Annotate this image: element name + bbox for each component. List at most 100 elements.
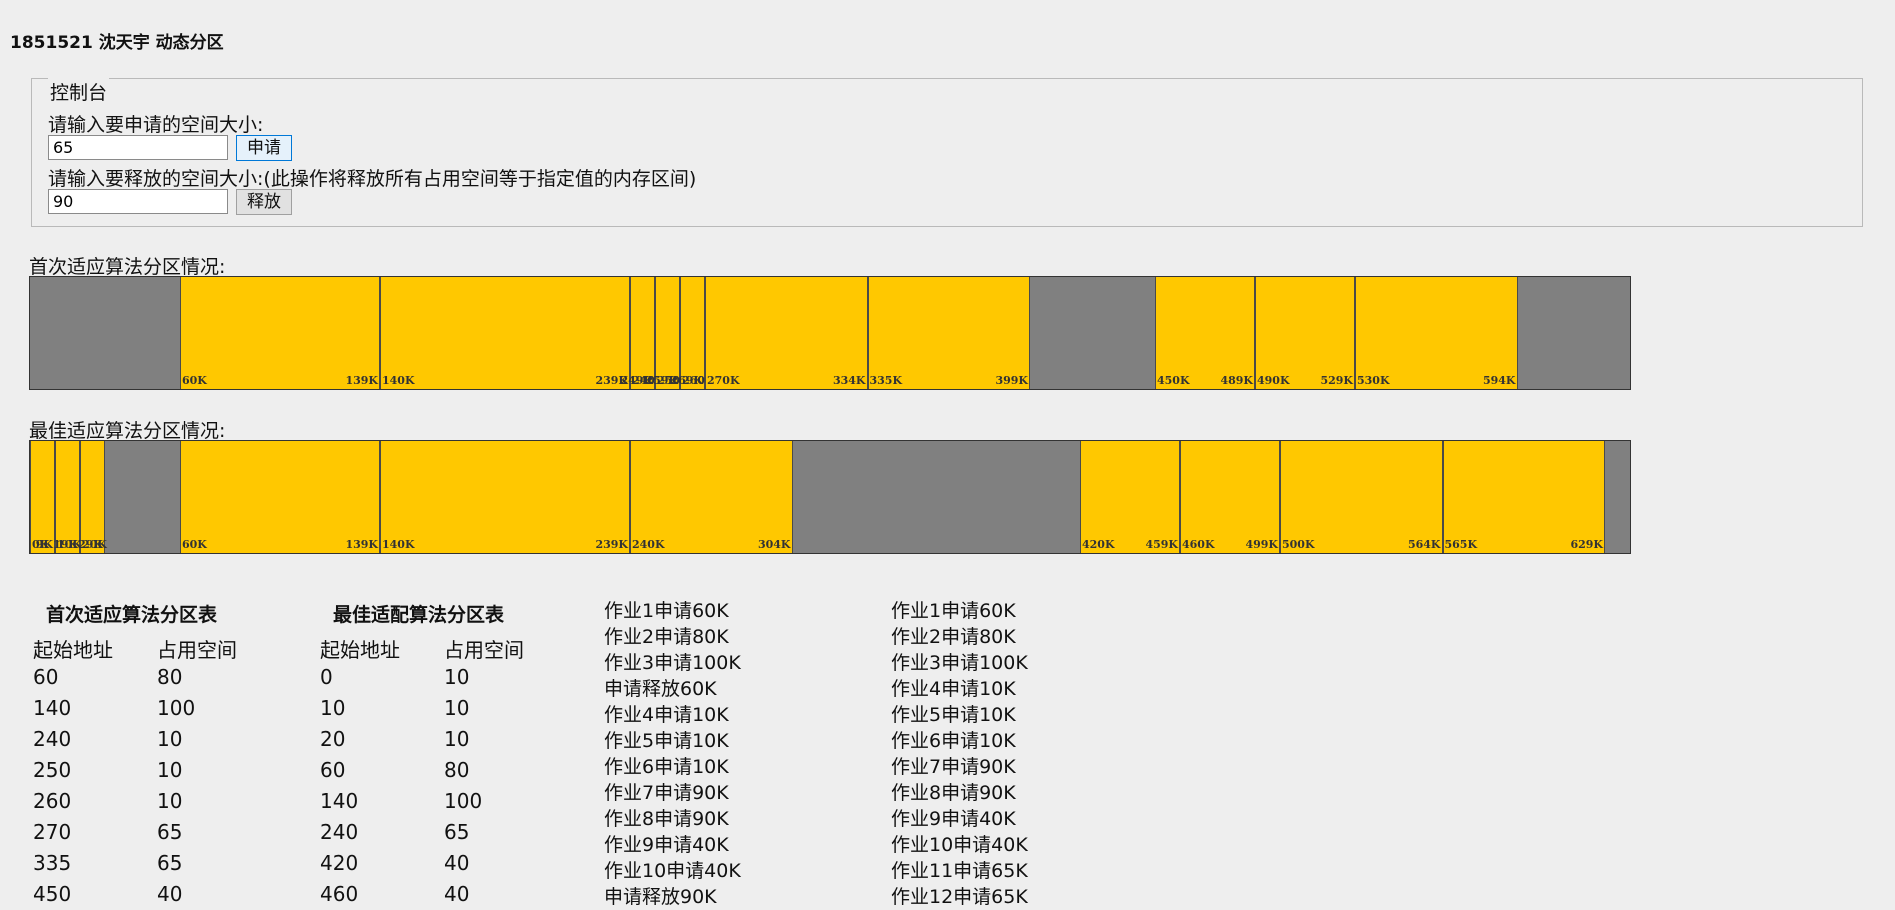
block-end-label: 239K xyxy=(595,538,628,551)
cell-start-address: 420 xyxy=(320,851,359,875)
page-title: 1851521 沈天宇 动态分区 xyxy=(10,33,224,53)
best-fit-operation-log: 作业1申请60K 作业2申请80K 作业3申请100K 作业4申请10K 作业5申请10… xyxy=(891,598,1028,910)
best-fit-table-title: 最佳适配算法分区表 xyxy=(333,604,505,626)
block-start-label: 140K xyxy=(382,374,415,387)
block-start-label: 565K xyxy=(1444,538,1478,551)
cell-occupied-size: 80 xyxy=(444,758,470,782)
cell-occupied-size: 65 xyxy=(157,851,183,875)
memory-block: 270K 334K xyxy=(705,277,868,389)
log-entry: 作业8申请90K xyxy=(891,782,1016,804)
apply-button[interactable]: 申请 xyxy=(236,135,292,161)
memory-block: 60K 139K xyxy=(180,441,380,553)
block-end-label: 304K xyxy=(757,538,791,551)
memory-block: 500K 564K xyxy=(1280,441,1443,553)
cell-occupied-size: 10 xyxy=(157,758,183,782)
block-start-label: 270K xyxy=(707,374,740,387)
best-fit-memory-bar: 0K 9K 10K 19K 20K 29K 60K 139K 140K 239K 240K 304K 4… xyxy=(29,440,1631,554)
release-button[interactable]: 释放 xyxy=(236,189,292,215)
memory-block: 460K 499K xyxy=(1180,441,1280,553)
cell-start-address: 140 xyxy=(320,789,359,813)
block-end-label: 19K xyxy=(53,538,78,551)
apply-size-input[interactable] xyxy=(48,135,228,160)
best-fit-section-label: 最佳适应算法分区情况: xyxy=(29,420,226,442)
log-entry: 申请释放90K xyxy=(604,886,717,908)
cell-occupied-size: 10 xyxy=(157,727,183,751)
block-start-label: 420K xyxy=(1082,538,1115,551)
block-end-label: 594K xyxy=(1482,374,1516,387)
block-end-label: 139K xyxy=(345,374,378,387)
log-entry: 作业2申请80K xyxy=(604,626,729,648)
block-start-label: 460K xyxy=(1182,538,1215,551)
block-end-label: 459K xyxy=(1145,538,1178,551)
log-entry: 作业6申请10K xyxy=(891,730,1016,752)
log-entry: 作业8申请90K xyxy=(604,808,729,830)
memory-block: 490K 529K xyxy=(1255,277,1355,389)
release-size-input[interactable] xyxy=(48,189,228,214)
cell-start-address: 460 xyxy=(320,882,359,906)
memory-block: 10K 19K xyxy=(53,441,82,553)
cell-start-address: 270 xyxy=(33,820,72,844)
block-start-label: 450K xyxy=(1157,374,1190,387)
cell-start-address: 250 xyxy=(33,758,72,782)
cell-occupied-size: 100 xyxy=(444,789,483,813)
memory-block: 450K 489K xyxy=(1155,277,1255,389)
block-end-label: 399K xyxy=(995,374,1028,387)
first-fit-table-title: 首次适应算法分区表 xyxy=(46,604,218,626)
cell-start-address: 60 xyxy=(33,665,59,689)
apply-size-label: 请输入要申请的空间大小: xyxy=(48,114,264,136)
log-entry: 作业10申请40K xyxy=(604,860,741,882)
cell-start-address: 140 xyxy=(33,696,72,720)
log-entry: 作业3申请100K xyxy=(891,652,1028,674)
block-start-label: 140K xyxy=(382,538,415,551)
log-entry: 作业1申请60K xyxy=(891,600,1016,622)
block-start-label: 335K xyxy=(869,374,903,387)
log-entry: 作业9申请40K xyxy=(604,834,729,856)
memory-block: 140K 239K xyxy=(380,277,630,389)
column-header-size: 占用空间 xyxy=(157,638,237,662)
cell-occupied-size: 10 xyxy=(157,789,183,813)
log-entry: 作业6申请10K xyxy=(604,756,729,778)
block-end-label: 9K xyxy=(35,538,53,551)
memory-block: 0K 9K xyxy=(30,441,55,553)
block-end-label: 499K xyxy=(1245,538,1278,551)
cell-start-address: 0 xyxy=(320,665,333,689)
log-entry: 作业7申请90K xyxy=(604,782,729,804)
block-end-label: 629K xyxy=(1570,538,1603,551)
block-end-label: 529K xyxy=(1320,374,1353,387)
log-entry: 作业3申请100K xyxy=(604,652,741,674)
log-entry: 作业9申请40K xyxy=(891,808,1016,830)
memory-block: 250K 259K xyxy=(645,277,690,389)
memory-block: 565K 629K xyxy=(1442,441,1605,553)
log-entry: 申请释放60K xyxy=(604,678,717,700)
memory-block: 335K 399K xyxy=(867,277,1030,389)
block-start-label: 60K xyxy=(182,538,207,551)
block-start-label: 530K xyxy=(1357,374,1390,387)
block-start-label: 240K xyxy=(632,538,665,551)
memory-block: 420K 459K xyxy=(1080,441,1180,553)
cell-occupied-size: 65 xyxy=(444,820,470,844)
column-header-start: 起始地址 xyxy=(33,638,113,662)
log-entry: 作业7申请90K xyxy=(891,756,1016,778)
cell-occupied-size: 80 xyxy=(157,665,183,689)
cell-start-address: 450 xyxy=(33,882,72,906)
memory-block: 240K 249K xyxy=(620,277,665,389)
log-entry: 作业4申请10K xyxy=(891,678,1016,700)
cell-start-address: 20 xyxy=(320,727,346,751)
block-end-label: 334K xyxy=(832,374,866,387)
cell-occupied-size: 100 xyxy=(157,696,196,720)
log-entry: 作业1申请60K xyxy=(604,600,729,622)
cell-occupied-size: 65 xyxy=(157,820,183,844)
log-entry: 作业11申请65K xyxy=(891,860,1028,882)
column-header-start: 起始地址 xyxy=(320,638,400,662)
log-entry: 作业2申请80K xyxy=(891,626,1016,648)
console-panel xyxy=(31,78,1863,227)
cell-occupied-size: 40 xyxy=(157,882,183,906)
cell-occupied-size: 10 xyxy=(444,665,470,689)
block-end-label: 139K xyxy=(345,538,378,551)
block-start-label: 500K xyxy=(1282,538,1315,551)
cell-occupied-size: 40 xyxy=(444,882,470,906)
first-fit-operation-log: 作业1申请60K 作业2申请80K 作业3申请100K 申请释放60K 作业4申请10K… xyxy=(604,598,741,910)
block-start-label: 490K xyxy=(1257,374,1290,387)
log-entry: 作业12申请65K xyxy=(891,886,1028,908)
log-entry: 作业5申请10K xyxy=(604,730,729,752)
